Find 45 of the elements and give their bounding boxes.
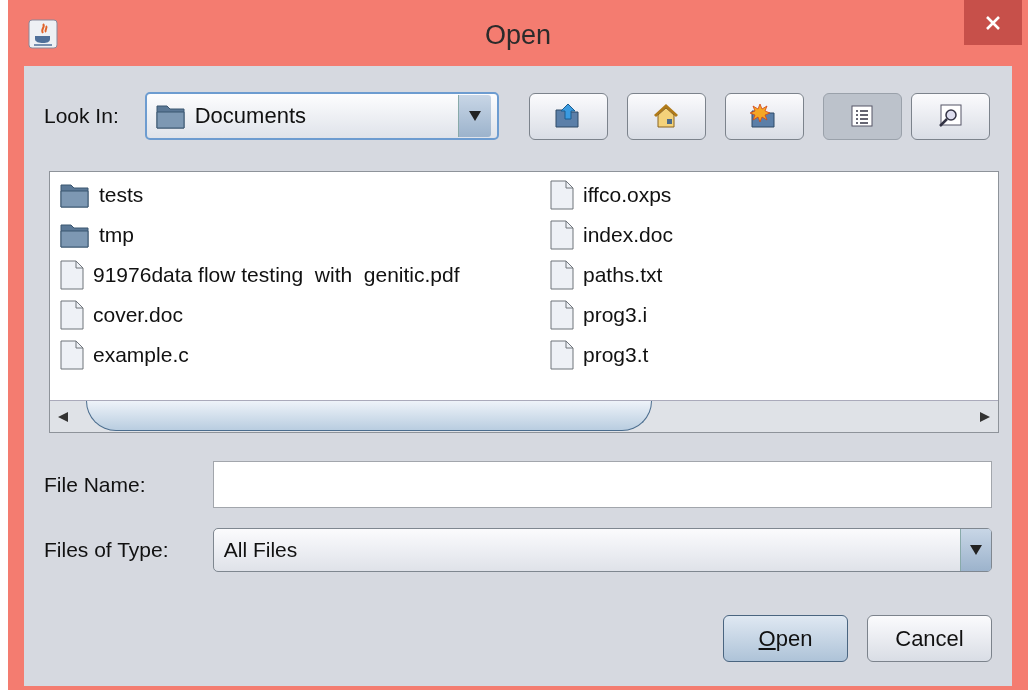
file-name[interactable]: prog3.i [583,303,648,327]
folder-icon [59,221,91,249]
file-icon [549,340,575,370]
file-name[interactable]: tests [99,183,144,207]
window-title: Open [484,20,552,50]
file-icon [549,220,575,250]
look-in-label: Look In: [44,104,119,128]
files-of-type-dropdown[interactable]: All Files [212,528,992,572]
file-name[interactable]: tmp [99,223,134,247]
file-name[interactable]: cover.doc [93,303,183,327]
dropdown-arrow-icon [969,544,983,556]
dropdown-arrow-icon [467,110,482,122]
file-name[interactable]: paths.txt [583,263,663,287]
toolbar-button[interactable] [822,92,902,140]
file-name[interactable]: index.doc [583,223,673,247]
folder-icon [59,181,91,209]
file-name[interactable]: iffco.oxps [583,183,672,207]
file-name[interactable]: 91976data flow testing with genitic.pdf [93,263,460,287]
files-of-type-label: Files of Type: [44,538,170,562]
file-icon [59,300,85,330]
file-name[interactable]: prog3.t [583,343,649,367]
close-icon [984,13,1002,32]
horizontal-scrollbar[interactable] [50,400,998,432]
close-button[interactable] [964,0,1022,45]
file-icon [549,300,575,330]
cancel-button[interactable]: Cancel [867,615,992,662]
toolbar-button[interactable] [626,92,706,140]
file-name-field[interactable] [212,461,992,508]
file-icon [549,180,575,210]
list-view-icon [850,104,875,128]
scroll-left-icon[interactable] [57,410,69,423]
toolbar-button[interactable] [528,92,608,140]
file-name[interactable]: example.c [93,343,189,367]
folder-icon [154,102,187,130]
details-view-icon [937,103,964,129]
file-icon [549,260,575,290]
scroll-right-icon[interactable] [979,410,991,423]
app-icon [28,19,58,49]
file-icon [59,340,85,370]
file-icon [59,260,85,290]
open-button[interactable]: Open [723,615,848,662]
toolbar-button[interactable] [724,92,804,140]
file-name-label: File Name: [44,472,147,497]
toolbar-button[interactable] [910,92,990,140]
look-in-dropdown[interactable]: Documents [144,92,499,140]
